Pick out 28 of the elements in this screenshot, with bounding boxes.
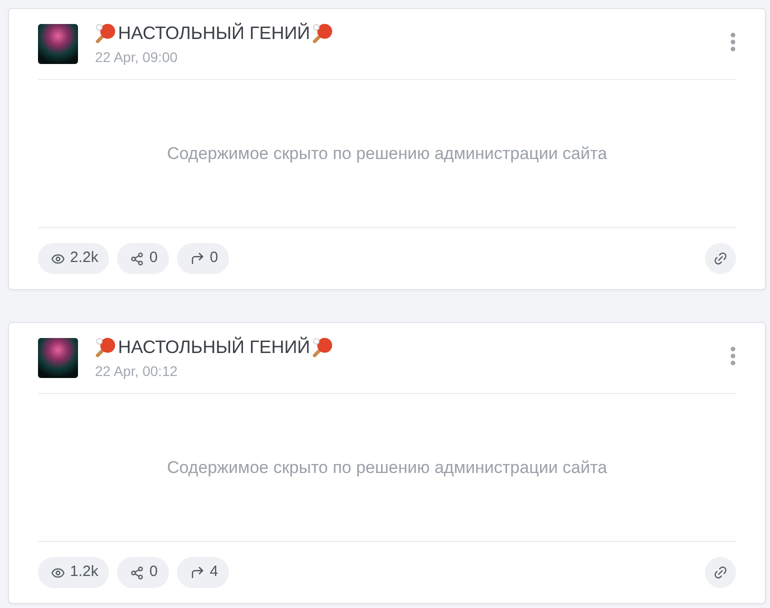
copy-link-button[interactable]: [705, 557, 736, 588]
ping-pong-paddle-icon: [312, 22, 334, 44]
channel-name[interactable]: НАСТОЛЬНЫЙ ГЕНИЙ: [116, 22, 312, 44]
share-button[interactable]: 0: [117, 557, 169, 588]
more-options-icon: [730, 346, 736, 366]
hidden-content-notice: Содержимое скрыто по решению администрации сайта: [166, 456, 608, 479]
eye-icon: [51, 566, 65, 580]
ping-pong-paddle-icon: [95, 22, 116, 44]
repost-button[interactable]: 4: [176, 557, 230, 588]
copy-link-button[interactable]: [705, 243, 736, 274]
forward-arrow-icon: [190, 251, 205, 266]
ping-pong-paddle-icon: [95, 336, 116, 358]
share-button[interactable]: 0: [117, 243, 169, 274]
repost-button[interactable]: 0: [176, 243, 230, 274]
ping-pong-paddle-icon: [312, 336, 334, 358]
share-icon: [130, 566, 144, 580]
eye-icon: [51, 252, 65, 266]
post-date: 22 Apr, 00:12: [95, 362, 179, 380]
channel-avatar-photo-placeholder: [38, 338, 78, 378]
post-date: 22 Apr, 09:00: [95, 48, 179, 66]
more-options-icon: [730, 32, 736, 52]
view-count: 2.2k: [70, 248, 98, 268]
channel-name[interactable]: НАСТОЛЬНЫЙ ГЕНИЙ: [116, 336, 312, 358]
channel-avatar-photo-placeholder: [38, 24, 78, 64]
share-icon: [130, 252, 144, 266]
hidden-content-notice: Содержимое скрыто по решению администрации сайта: [166, 142, 608, 165]
view-count: 1.2k: [70, 562, 98, 582]
forward-arrow-icon: [190, 565, 205, 580]
